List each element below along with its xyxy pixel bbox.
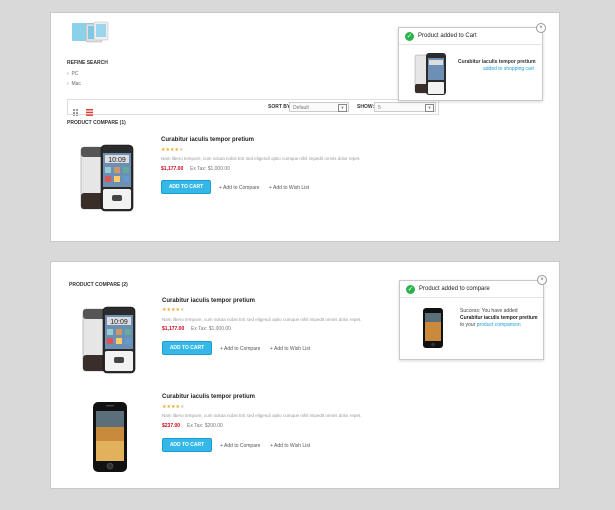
add-to-compare-link[interactable]: + Add to Compare <box>220 346 260 352</box>
popup-comparison-link[interactable]: product comparison <box>477 322 521 328</box>
popup-title: Product added to compare <box>419 286 490 292</box>
add-to-cart-button[interactable]: ADD TO CART <box>162 341 212 355</box>
product-price: $1,177.00 <box>161 166 184 172</box>
product-description: Nam libero tempore, cum soluta nobis Est… <box>162 317 362 322</box>
product-rating: ★★★★★ <box>162 307 185 313</box>
category-panel: REFINE SEARCH › PC › Mac SORT BY: Defaul… <box>50 12 560 242</box>
ipad-image-icon <box>72 21 109 43</box>
show-value: 5 <box>378 105 381 111</box>
listing-toolbar: SORT BY: Default ▼ SHOW: 5 ▼ <box>67 99 439 116</box>
grid-view-icon[interactable] <box>73 103 80 116</box>
product-compare-link[interactable]: PRODUCT COMPARE (1) <box>67 120 126 126</box>
product-price: $237.00 <box>162 423 181 429</box>
refine-search-title: REFINE SEARCH <box>67 60 108 66</box>
popup-header: ✓ Product added to Cart <box>399 28 542 45</box>
sort-by-label: SORT BY: <box>268 104 292 110</box>
add-to-cart-button[interactable]: ADD TO CART <box>161 180 211 194</box>
svg-text:10:09: 10:09 <box>108 157 126 164</box>
refine-item-label: PC <box>71 71 79 77</box>
htc-phone-image: 10:09 <box>80 144 134 212</box>
add-to-wishlist-link[interactable]: + Add to Wish List <box>270 443 310 449</box>
product-extax: Ex Tax: $1,000.00 <box>190 166 230 172</box>
popup-product-image <box>422 307 444 349</box>
sort-by-value: Default <box>293 105 309 111</box>
product-compare-link[interactable]: PRODUCT COMPARE (2) <box>69 282 128 288</box>
popup-product-name[interactable]: Curabitur iaculis tempor pretium <box>460 315 538 321</box>
add-to-cart-button[interactable]: ADD TO CART <box>162 438 212 452</box>
product-extax: Ex Tax: $200.00 <box>187 423 223 429</box>
close-icon[interactable]: × <box>537 275 547 285</box>
popup-status-text[interactable]: added to shopping cart <box>483 66 534 72</box>
htc-phone-image <box>414 53 446 95</box>
compare-notification-popup: ✓ Product added to compare Success: You … <box>399 280 544 360</box>
close-icon[interactable]: × <box>536 23 546 33</box>
product-image[interactable]: 10:09 <box>79 143 137 213</box>
check-icon: ✓ <box>406 285 415 294</box>
show-select[interactable]: 5 ▼ <box>374 102 436 112</box>
chevron-down-icon: ▼ <box>425 104 434 112</box>
compare-panel: PRODUCT COMPARE (2) 10:09 Curabitur iacu… <box>50 261 560 489</box>
chevron-down-icon: ▼ <box>338 104 347 112</box>
category-thumbnail[interactable] <box>72 21 110 43</box>
popup-product-name[interactable]: Curabitur iaculis tempor pretium <box>458 59 538 66</box>
list-view-icon[interactable] <box>86 103 93 116</box>
product-title[interactable]: Curabitur iaculis tempor pretium <box>162 394 255 400</box>
add-to-wishlist-link[interactable]: + Add to Wish List <box>270 346 310 352</box>
product-title[interactable]: Curabitur iaculis tempor pretium <box>161 137 254 143</box>
check-icon: ✓ <box>405 32 414 41</box>
popup-success-text: Success: You have added <box>460 308 518 314</box>
popup-header: ✓ Product added to compare <box>400 281 543 298</box>
iphone-image <box>423 308 443 348</box>
popup-title: Product added to Cart <box>418 33 477 39</box>
product-description: Nam libero tempore, cum soluta nobis Est… <box>161 156 361 161</box>
product-title[interactable]: Curabitur iaculis tempor pretium <box>162 298 255 304</box>
add-to-compare-link[interactable]: + Add to Compare <box>219 185 259 191</box>
refine-item-mac[interactable]: › Mac <box>67 81 81 87</box>
refine-item-label: Mac <box>71 81 81 87</box>
product-image[interactable] <box>91 401 131 473</box>
add-to-compare-link[interactable]: + Add to Compare <box>220 443 260 449</box>
popup-product-image <box>413 52 449 96</box>
popup-status-text: Success: You have added Curabitur iaculi… <box>460 308 540 329</box>
product-rating: ★★★★★ <box>161 147 184 153</box>
iphone-image <box>93 402 127 472</box>
product-description: Nam libero tempore, cum soluta nobis Est… <box>162 413 362 418</box>
refine-item-pc[interactable]: › PC <box>67 71 78 77</box>
show-label: SHOW: <box>357 104 375 110</box>
product-rating: ★★★★★ <box>162 404 185 410</box>
sort-by-select[interactable]: Default ▼ <box>289 102 349 112</box>
product-image[interactable]: 10:09 <box>81 305 139 375</box>
svg-text:10:09: 10:09 <box>110 319 128 326</box>
product-extax: Ex Tax: $1,000.00 <box>191 326 231 332</box>
add-to-wishlist-link[interactable]: + Add to Wish List <box>269 185 309 191</box>
cart-notification-popup: ✓ Product added to Cart Curabitur iaculi… <box>398 27 543 101</box>
popup-to-your: to your <box>460 322 476 328</box>
htc-phone-image: 10:09 <box>82 306 136 374</box>
product-price: $1,177.00 <box>162 326 185 332</box>
